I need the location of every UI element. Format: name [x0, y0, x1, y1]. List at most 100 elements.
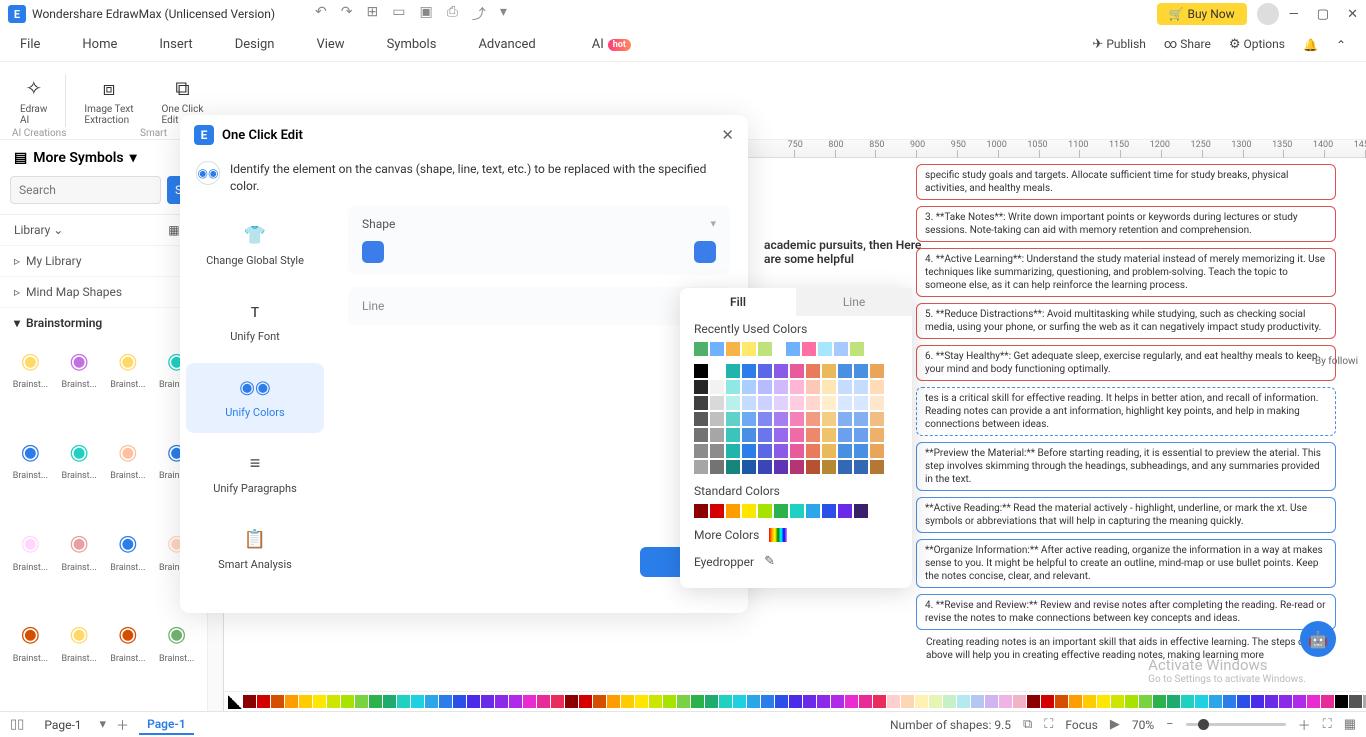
color-chip[interactable]	[607, 695, 620, 708]
color-chip[interactable]	[1055, 695, 1068, 708]
mind-node[interactable]: specific study goals and targets. Alloca…	[916, 164, 1336, 200]
publish-button[interactable]: ✈ Publish	[1092, 37, 1145, 52]
color-swatch[interactable]	[742, 412, 756, 426]
color-chip[interactable]	[523, 695, 536, 708]
color-chip[interactable]	[425, 695, 438, 708]
color-chip[interactable]	[313, 695, 326, 708]
color-swatch[interactable]	[694, 380, 708, 394]
line-color-card[interactable]: Line	[348, 287, 730, 325]
more-symbols-header[interactable]: ▤ More Symbols ▾	[0, 140, 207, 176]
color-swatch[interactable]	[726, 396, 740, 410]
color-chip[interactable]	[1111, 695, 1124, 708]
color-chip[interactable]	[789, 695, 802, 708]
color-swatch[interactable]	[694, 342, 708, 356]
color-swatch[interactable]	[850, 342, 864, 356]
color-swatch[interactable]	[838, 460, 852, 474]
shape-thumbnail[interactable]: ◉Brainst...	[106, 344, 151, 431]
section-my-library[interactable]: ▹My Library⊞	[0, 245, 207, 276]
color-chip[interactable]	[271, 695, 284, 708]
color-swatch[interactable]	[758, 504, 772, 518]
color-chip[interactable]	[1237, 695, 1250, 708]
color-swatch[interactable]	[774, 380, 788, 394]
mind-node[interactable]: **Organize Information:** After active r…	[916, 539, 1336, 588]
color-chip[interactable]	[397, 695, 410, 708]
color-swatch[interactable]	[710, 412, 724, 426]
menu-insert[interactable]: Insert	[159, 37, 192, 52]
color-swatch[interactable]	[806, 460, 820, 474]
color-swatch[interactable]	[774, 412, 788, 426]
color-chip[interactable]	[1069, 695, 1082, 708]
mind-node[interactable]: 4. **Active Learning**: Understand the s…	[916, 248, 1336, 297]
shape-thumbnail[interactable]: ◉Brainst...	[8, 435, 53, 522]
color-swatch[interactable]	[742, 396, 756, 410]
color-chip[interactable]	[1293, 695, 1306, 708]
color-swatch[interactable]	[742, 428, 756, 442]
zoom-out-button[interactable]: −	[1166, 717, 1173, 732]
share-button[interactable]: ∞ Share	[1164, 37, 1211, 52]
color-chip[interactable]	[1349, 695, 1362, 708]
shape-thumbnail[interactable]: ◉Brainst...	[106, 435, 151, 522]
mind-node[interactable]: 4. **Revise and Review:** Review and rev…	[916, 594, 1336, 630]
color-chip[interactable]	[1027, 695, 1040, 708]
fit-page-icon[interactable]: ⛶	[1323, 717, 1332, 732]
color-swatch[interactable]	[854, 380, 868, 394]
color-chip[interactable]	[621, 695, 634, 708]
color-swatch[interactable]	[806, 504, 820, 518]
color-swatch[interactable]	[694, 412, 708, 426]
mind-node[interactable]: tes is a critical skill for effective re…	[916, 387, 1336, 436]
color-swatch[interactable]	[694, 364, 708, 378]
color-swatch[interactable]	[790, 396, 804, 410]
mind-node[interactable]: **Active Reading:** Read the material ac…	[916, 497, 1336, 533]
color-chip[interactable]	[565, 695, 578, 708]
color-swatch[interactable]	[726, 380, 740, 394]
buy-now-button[interactable]: 🛒 Buy Now	[1157, 3, 1247, 25]
color-swatch[interactable]	[822, 504, 836, 518]
color-swatch[interactable]	[710, 428, 724, 442]
color-chip[interactable]	[803, 695, 816, 708]
color-swatch[interactable]	[854, 428, 868, 442]
options-button[interactable]: ⚙ Options	[1229, 37, 1285, 52]
color-swatch[interactable]	[806, 380, 820, 394]
color-swatch[interactable]	[838, 364, 852, 378]
color-swatch[interactable]	[806, 428, 820, 442]
color-chip[interactable]	[1223, 695, 1236, 708]
color-swatch[interactable]	[742, 504, 756, 518]
menu-view[interactable]: View	[316, 37, 344, 52]
page-tab-active[interactable]: Page-1	[139, 715, 194, 735]
color-swatch[interactable]	[710, 364, 724, 378]
color-swatch[interactable]	[694, 428, 708, 442]
color-chip[interactable]	[1307, 695, 1320, 708]
color-swatch[interactable]	[834, 342, 848, 356]
side-global-style[interactable]: 👕Change Global Style	[186, 211, 324, 281]
color-swatch[interactable]	[870, 396, 884, 410]
color-chip[interactable]	[1335, 695, 1348, 708]
color-chip[interactable]	[1083, 695, 1096, 708]
eyedropper-link[interactable]: Eyedropper ✎	[680, 548, 912, 576]
color-swatch[interactable]	[710, 504, 724, 518]
chevron-up-icon[interactable]: ⌃	[1336, 38, 1346, 52]
mind-node[interactable]: **Preview the Material:** Before startin…	[916, 442, 1336, 491]
color-chip[interactable]	[509, 695, 522, 708]
shape-thumbnail[interactable]: ◉Brainst...	[8, 618, 53, 705]
color-swatch[interactable]	[790, 380, 804, 394]
side-unify-colors[interactable]: ◉◉Unify Colors	[186, 363, 324, 433]
color-swatch[interactable]	[758, 428, 772, 442]
color-chip[interactable]	[355, 695, 368, 708]
color-chip[interactable]	[299, 695, 312, 708]
tab-fill[interactable]: Fill	[680, 288, 796, 316]
menu-symbols[interactable]: Symbols	[387, 37, 437, 52]
panel-toggle-icon[interactable]: ▯▯	[10, 717, 24, 732]
color-chip[interactable]	[691, 695, 704, 708]
menu-ai[interactable]: AI hot	[578, 31, 645, 58]
color-chip[interactable]	[1125, 695, 1138, 708]
color-chip[interactable]	[817, 695, 830, 708]
color-swatch[interactable]	[742, 342, 756, 356]
color-swatch[interactable]	[694, 444, 708, 458]
color-swatch[interactable]	[710, 460, 724, 474]
color-swatch[interactable]	[854, 504, 868, 518]
menu-advanced[interactable]: Advanced	[478, 37, 535, 52]
color-swatch[interactable]	[854, 412, 868, 426]
color-chip[interactable]	[1139, 695, 1152, 708]
color-swatch[interactable]	[774, 428, 788, 442]
color-swatch[interactable]	[786, 342, 800, 356]
